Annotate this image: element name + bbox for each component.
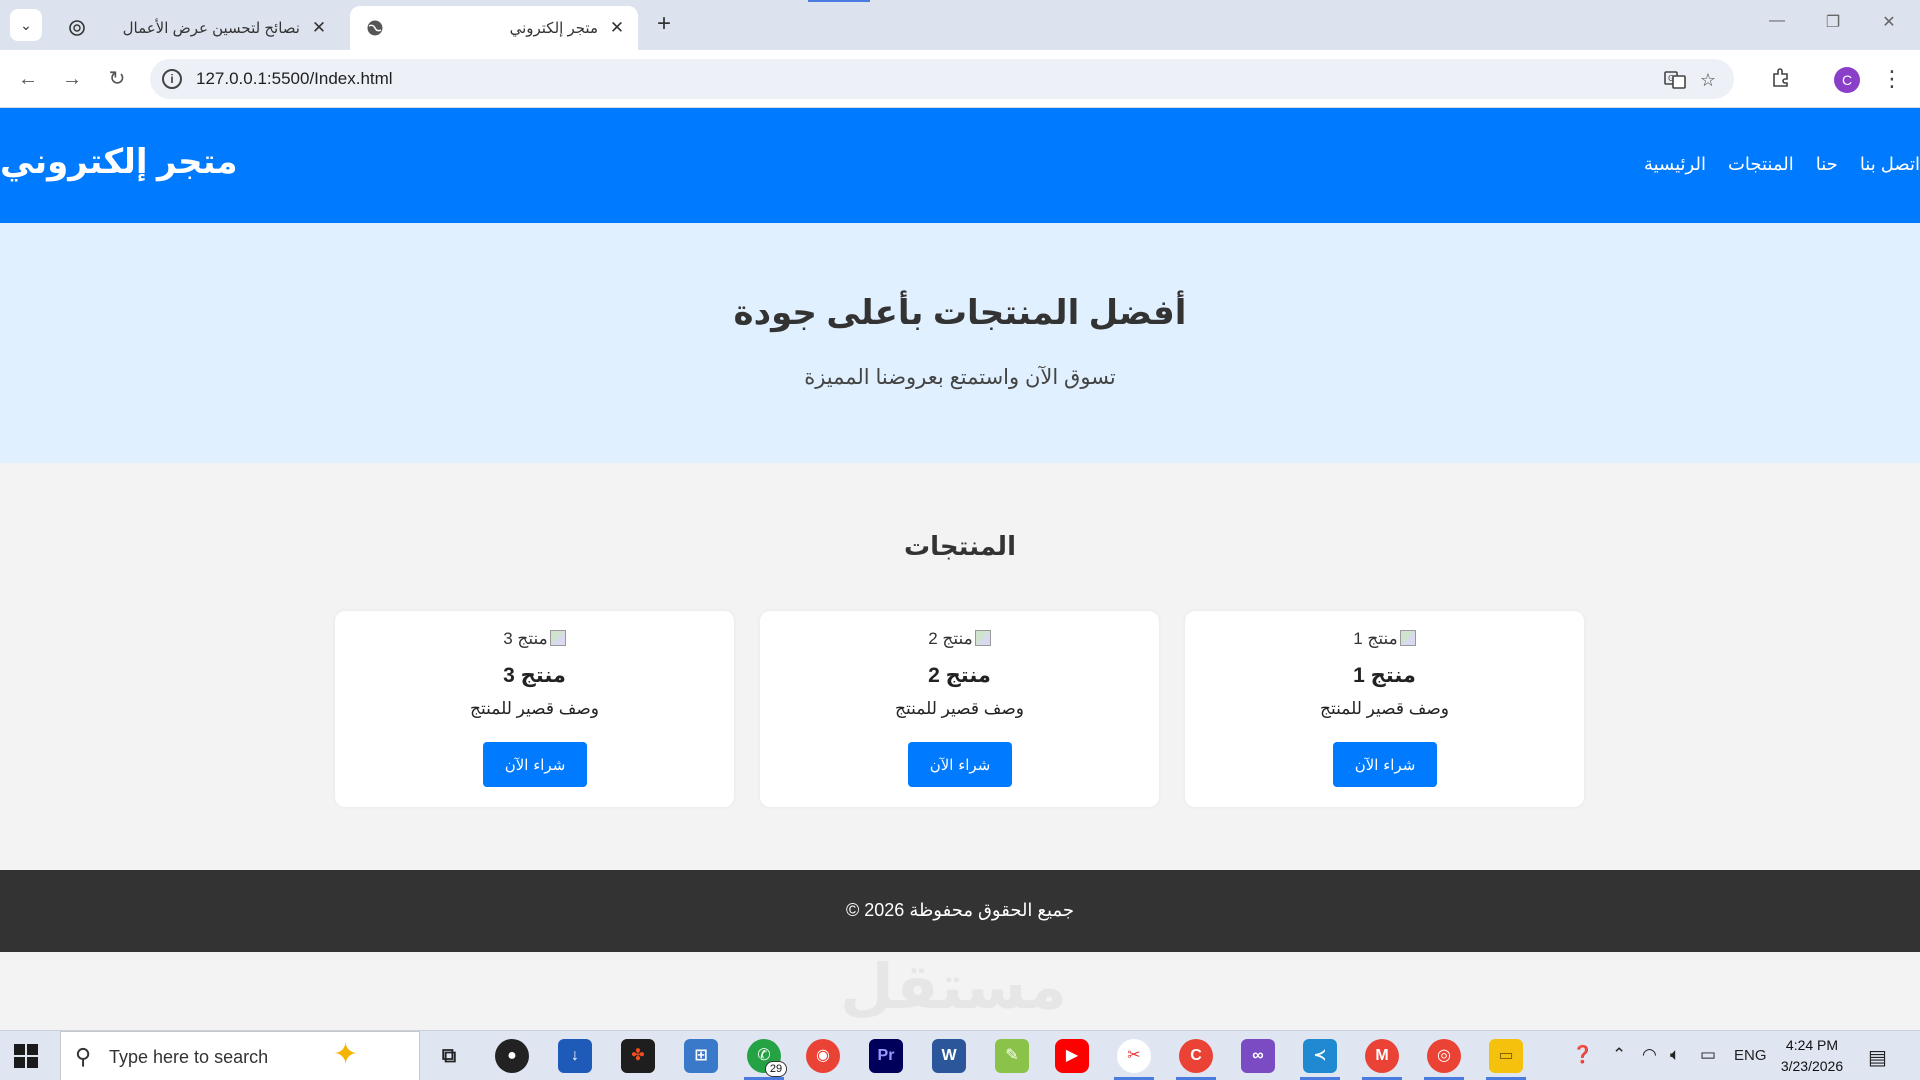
search-icon: ⚲ (75, 1044, 92, 1069)
youtube-icon[interactable]: ▶ (1055, 1039, 1089, 1073)
download-manager-icon[interactable]: ↓ (558, 1039, 592, 1073)
product-description: وصف قصير للمنتج (1320, 699, 1449, 718)
tab-store[interactable]: متجر إلكتروني ✕ (350, 6, 638, 50)
buy-now-button[interactable]: شراء الآن (1333, 742, 1437, 787)
broken-image-icon (1399, 630, 1416, 646)
tab-search-button[interactable]: ⌄ (10, 9, 42, 41)
chevron-down-icon: ⌄ (20, 16, 32, 33)
url-text[interactable]: 127.0.0.1:5500/Index.html (196, 69, 393, 89)
windows-taskbar: ⚲ Type here to search ✦ ⧉ ● ↓ ✤ ⊞ ✆ 29 ◉… (0, 1030, 1920, 1080)
svg-text:G: G (1668, 74, 1674, 83)
product-card: منتج 3 منتج 3 وصف قصير للمنتج شراء الآن (335, 611, 734, 807)
chrome-profile-icon[interactable]: C (1179, 1039, 1213, 1073)
forward-arrow-icon[interactable]: → (58, 65, 86, 93)
product-title: منتج 3 (503, 664, 566, 687)
whatsapp-badge: 29 (765, 1061, 787, 1077)
star-icon[interactable]: ☆ (1697, 69, 1719, 91)
product-image: منتج 1 (1185, 629, 1584, 649)
window-close-button[interactable]: ✕ (1866, 12, 1912, 38)
premiere-icon[interactable]: Pr (869, 1039, 903, 1073)
word-icon[interactable]: W (932, 1039, 966, 1073)
globe-icon (366, 19, 384, 37)
close-icon[interactable]: ✕ (308, 17, 330, 39)
nav-link-products[interactable]: المنتجات (1728, 154, 1794, 175)
figma-icon[interactable]: ✤ (621, 1039, 655, 1073)
sparkle-icon: ✦ (333, 1038, 359, 1071)
tab-tips[interactable]: نصائح لتحسين عرض الأعمال ✕ (52, 6, 340, 50)
minimize-button[interactable]: — (1754, 12, 1800, 38)
product-description: وصف قصير للمنتج (895, 699, 1024, 718)
chrome-icon[interactable]: ◉ (806, 1039, 840, 1073)
site-footer: جميع الحقوق محفوظة 2026 © (0, 870, 1920, 952)
watermark-logo: مستقل (840, 953, 1067, 1022)
clock-time[interactable]: 4:24 PM (1782, 1037, 1842, 1053)
extensions-icon[interactable] (1768, 66, 1794, 92)
close-icon[interactable]: ✕ (606, 17, 628, 39)
address-bar-row: ← → ↻ i 127.0.0.1:5500/Index.html G ☆ C … (0, 50, 1920, 108)
url-bar[interactable]: i 127.0.0.1:5500/Index.html G ☆ (150, 59, 1734, 99)
product-image: منتج 2 (760, 629, 1159, 649)
task-view-icon[interactable]: ⧉ (432, 1039, 466, 1073)
product-image: منتج 3 (335, 629, 734, 649)
vscode-icon[interactable]: ≺ (1303, 1039, 1337, 1073)
wifi-icon[interactable]: ◠ (1642, 1045, 1657, 1065)
site-logo[interactable]: متجر إلكتروني (0, 142, 238, 182)
clock-date[interactable]: 3/23/2026 (1776, 1058, 1848, 1074)
nav-link-home[interactable]: الرئيسية (1644, 154, 1706, 175)
chrome-guest-icon[interactable]: ◎ (1427, 1039, 1461, 1073)
hero-title: أفضل المنتجات بأعلى جودة (733, 294, 1187, 332)
tab-title: نصائح لتحسين عرض الأعمال (122, 20, 300, 37)
translate-icon[interactable]: G (1664, 69, 1686, 91)
calculator-icon[interactable]: ⊞ (684, 1039, 718, 1073)
reload-icon[interactable]: ↻ (103, 65, 131, 93)
hero-section: أفضل المنتجات بأعلى جودة تسوق الآن واستم… (0, 223, 1920, 463)
products-heading: المنتجات (904, 531, 1016, 561)
back-arrow-icon[interactable]: ← (14, 65, 42, 93)
site-header: متجر إلكتروني الرئيسية المنتجات حنا اتصل… (0, 108, 1920, 223)
file-explorer-icon[interactable]: ▭ (1489, 1039, 1523, 1073)
obs-icon[interactable]: ● (495, 1039, 529, 1073)
volume-icon[interactable]: 🔈︎ (1670, 1045, 1680, 1065)
openai-favicon-icon (68, 19, 86, 37)
new-tab-button[interactable]: + (650, 10, 678, 38)
notification-icon[interactable]: ▤ (1868, 1045, 1887, 1070)
product-card: منتج 1 منتج 1 وصف قصير للمنتج شراء الآن (1185, 611, 1584, 807)
visual-studio-icon[interactable]: ∞ (1241, 1039, 1275, 1073)
hero-subtitle: تسوق الآن واستمتع بعروضنا المميزة (804, 366, 1116, 389)
product-description: وصف قصير للمنتج (470, 699, 599, 718)
broken-image-icon (974, 630, 991, 646)
taskbar-search-box[interactable]: ⚲ Type here to search ✦ (60, 1031, 420, 1080)
buy-now-button[interactable]: شراء الآن (908, 742, 1012, 787)
paint-icon[interactable]: ✎ (995, 1039, 1029, 1073)
more-menu-icon[interactable]: ⋮ (1880, 65, 1904, 93)
battery-icon[interactable]: ▭ (1700, 1045, 1716, 1065)
product-image-alt: منتج 3 (503, 629, 548, 648)
snipping-tool-icon[interactable]: ✂ (1117, 1039, 1151, 1073)
products-section: المنتجات منتج 1 منتج 1 وصف قصير للمنتج ش… (0, 463, 1920, 870)
site-info-icon[interactable]: i (162, 69, 182, 89)
chevron-up-icon[interactable]: ⌃ (1612, 1045, 1626, 1065)
product-title: منتج 1 (1353, 664, 1416, 687)
nav-link-about[interactable]: حنا (1816, 154, 1838, 175)
windows-start-icon[interactable] (14, 1044, 38, 1068)
product-image-alt: منتج 1 (1353, 629, 1398, 648)
language-indicator[interactable]: ENG (1734, 1047, 1767, 1064)
restore-button[interactable]: ❐ (1810, 12, 1856, 38)
profile-avatar[interactable]: C (1834, 67, 1860, 93)
tab-indicator (808, 0, 870, 2)
product-image-alt: منتج 2 (928, 629, 973, 648)
help-icon[interactable]: ❓ (1572, 1045, 1593, 1065)
footer-copyright: جميع الحقوق محفوظة 2026 © (846, 900, 1074, 920)
product-card: منتج 2 منتج 2 وصف قصير للمنتج شراء الآن (760, 611, 1159, 807)
broken-image-icon (549, 630, 566, 646)
browser-tab-strip: ⌄ نصائح لتحسين عرض الأعمال ✕ متجر إلكترو… (0, 0, 1920, 50)
chrome-profile-m-icon[interactable]: M (1365, 1039, 1399, 1073)
nav-link-contact[interactable]: اتصل بنا (1860, 154, 1920, 175)
product-title: منتج 2 (928, 664, 991, 687)
search-placeholder: Type here to search (109, 1047, 269, 1067)
site-nav: الرئيسية المنتجات حنا اتصل بنا (1644, 154, 1920, 175)
tab-title: متجر إلكتروني (509, 20, 598, 37)
buy-now-button[interactable]: شراء الآن (483, 742, 587, 787)
